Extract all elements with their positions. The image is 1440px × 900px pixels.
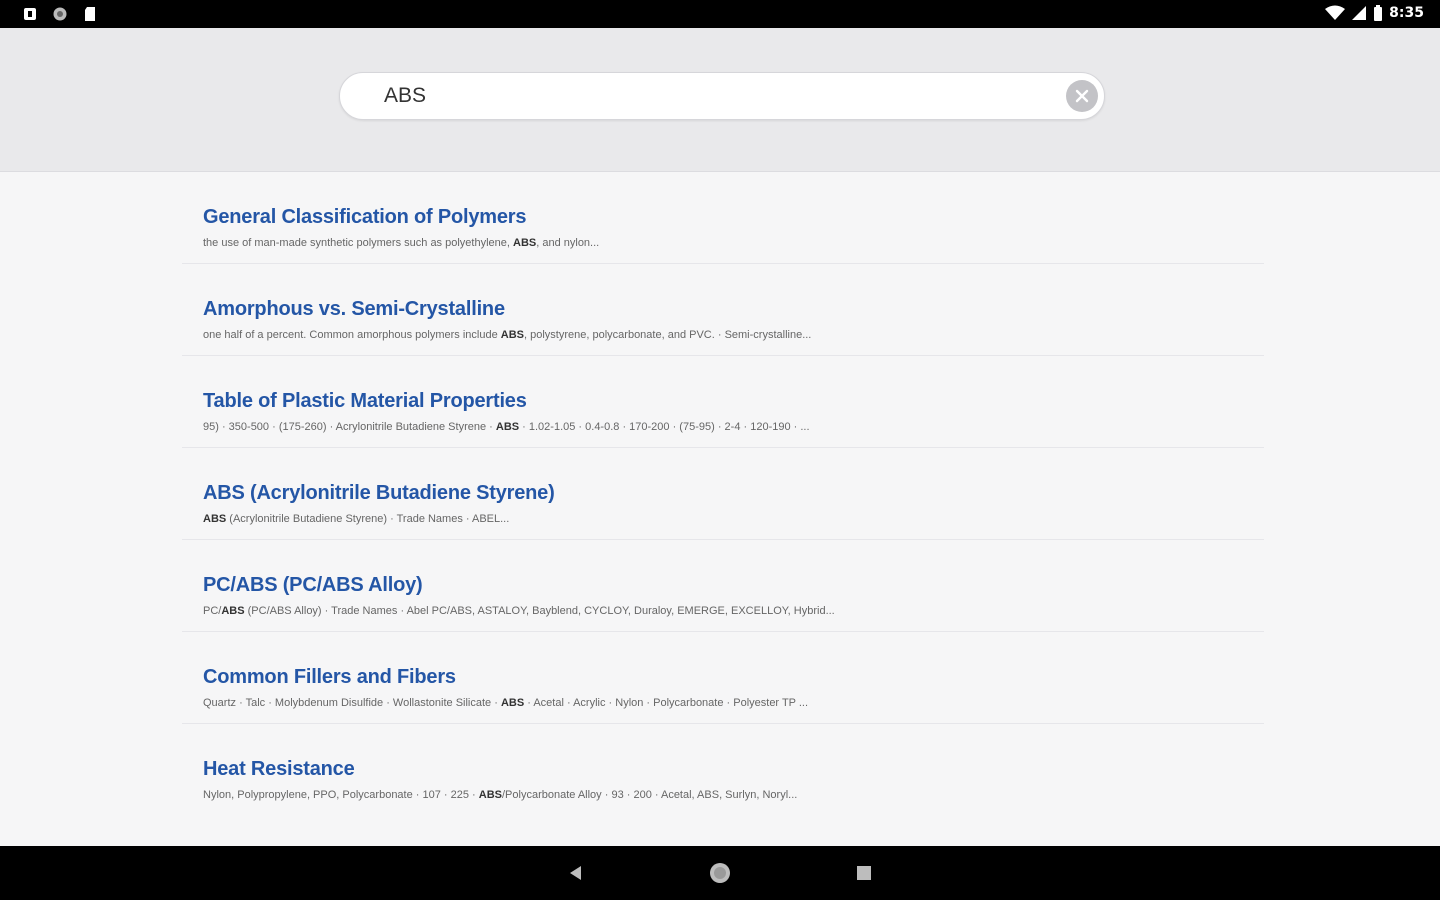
snippet-match: ABS bbox=[221, 605, 245, 617]
result-snippet: Nylon, Polypropylene, PPO, Polycarbonate… bbox=[203, 789, 798, 801]
home-button[interactable] bbox=[693, 846, 747, 900]
back-icon bbox=[570, 866, 581, 880]
list-item[interactable]: ABS (Acrylonitrile Butadiene Styrene) AB… bbox=[182, 448, 1264, 540]
sd-card-icon bbox=[85, 7, 95, 21]
list-item[interactable]: Heat Resistance Nylon, Polypropylene, PP… bbox=[182, 724, 1264, 816]
result-title[interactable]: ABS (Acrylonitrile Butadiene Styrene) bbox=[203, 480, 1264, 506]
clear-search-button[interactable] bbox=[1066, 80, 1098, 112]
recents-icon bbox=[857, 866, 871, 880]
result-title[interactable]: Amorphous vs. Semi-Crystalline bbox=[203, 296, 1264, 322]
snippet-match: ABS bbox=[500, 329, 525, 341]
list-item[interactable]: General Classification of Polymers the u… bbox=[182, 172, 1264, 264]
snippet-match: ABS bbox=[203, 513, 227, 525]
close-icon bbox=[1075, 89, 1089, 103]
list-item[interactable]: Common Fillers and Fibers Quartz · Talc … bbox=[182, 632, 1264, 724]
list-item[interactable]: Table of Plastic Material Properties 95)… bbox=[182, 356, 1264, 448]
status-bar: 8:35 bbox=[0, 0, 1440, 28]
list-item[interactable]: Amorphous vs. Semi-Crystalline one half … bbox=[182, 264, 1264, 356]
wifi-icon bbox=[1325, 5, 1346, 20]
notification-icon bbox=[24, 8, 36, 20]
result-snippet: one half of a percent. Common amorphous … bbox=[203, 329, 812, 341]
search-input[interactable] bbox=[384, 73, 1044, 119]
result-snippet: PC/ABS (PC/ABS Alloy) · Trade Names · Ab… bbox=[203, 605, 835, 617]
recents-button[interactable] bbox=[837, 846, 891, 900]
snippet-match: ABS bbox=[495, 421, 520, 433]
circle-icon bbox=[53, 7, 67, 21]
status-clock: 8:35 bbox=[1389, 5, 1424, 21]
result-title[interactable]: General Classification of Polymers bbox=[203, 204, 1264, 230]
search-box[interactable] bbox=[339, 72, 1105, 120]
list-item[interactable]: PC/ABS (PC/ABS Alloy) PC/ABS (PC/ABS All… bbox=[182, 540, 1264, 632]
back-button[interactable] bbox=[549, 846, 603, 900]
search-results-list: General Classification of Polymers the u… bbox=[182, 172, 1264, 816]
snippet-match: ABS bbox=[478, 789, 502, 801]
status-right-icons: 8:35 bbox=[1325, 5, 1424, 21]
navigation-bar bbox=[0, 846, 1440, 900]
battery-icon bbox=[1374, 5, 1383, 21]
result-snippet: ABS (Acrylonitrile Butadiene Styrene) · … bbox=[203, 513, 510, 525]
result-title[interactable]: Table of Plastic Material Properties bbox=[203, 388, 1264, 414]
signal-icon bbox=[1352, 6, 1367, 20]
result-snippet: the use of man-made synthetic polymers s… bbox=[203, 237, 600, 249]
home-icon bbox=[710, 863, 730, 883]
result-snippet: 95) · 350-500 · (175-260) · Acrylonitril… bbox=[203, 421, 810, 433]
status-left-icons bbox=[22, 6, 98, 22]
result-snippet: Quartz · Talc · Molybdenum Disulfide · W… bbox=[203, 697, 809, 709]
search-header bbox=[0, 28, 1440, 172]
snippet-match: ABS bbox=[513, 237, 537, 249]
snippet-match: ABS bbox=[500, 697, 525, 709]
result-title[interactable]: Heat Resistance bbox=[203, 756, 1264, 782]
result-title[interactable]: PC/ABS (PC/ABS Alloy) bbox=[203, 572, 1264, 598]
result-title[interactable]: Common Fillers and Fibers bbox=[203, 664, 1264, 690]
